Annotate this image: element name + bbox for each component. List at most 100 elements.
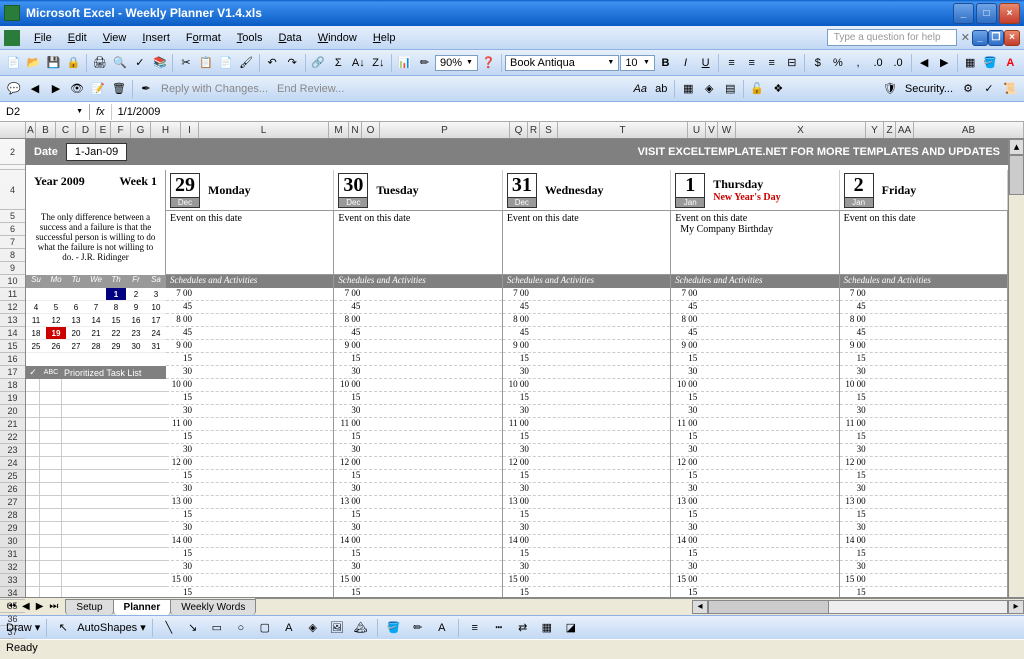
font-color-button[interactable]: A	[1001, 53, 1020, 73]
dec-indent-button[interactable]: ◀	[915, 53, 934, 73]
tb-icon-5[interactable]: ❖	[768, 79, 788, 99]
clipart-button[interactable]: 🖼	[327, 618, 347, 638]
task-row[interactable]	[26, 379, 166, 392]
task-row[interactable]	[26, 444, 166, 457]
row-8[interactable]: 8	[0, 249, 25, 262]
task-row[interactable]	[26, 483, 166, 496]
col-y[interactable]: Y	[866, 122, 884, 138]
row-29[interactable]: 29	[0, 522, 25, 535]
new-comment-button[interactable]: 💬	[4, 79, 24, 99]
col-aa[interactable]: AA	[896, 122, 914, 138]
comma-button[interactable]: ,	[848, 53, 867, 73]
sort-desc-button[interactable]: Z↓	[369, 53, 388, 73]
row-28[interactable]: 28	[0, 509, 25, 522]
worksheet[interactable]: Date 1-Jan-09 VISIT EXCELTEMPLATE.NET FO…	[26, 139, 1008, 597]
row-33[interactable]: 33	[0, 574, 25, 587]
security-icon[interactable]: 🛡	[880, 79, 900, 99]
formula-value[interactable]: 1/1/2009	[112, 104, 167, 120]
fontcolor-button[interactable]: A	[432, 618, 452, 638]
schedule-grid[interactable]: 7 00458 00459 00153010 00153011 00153012…	[166, 288, 1008, 597]
row-9[interactable]: 9	[0, 262, 25, 275]
col-a[interactable]: A	[26, 122, 36, 138]
next-comment-button[interactable]: ▶	[46, 79, 66, 99]
hscroll-left[interactable]: ◂	[692, 600, 708, 614]
permission-button[interactable]: 🔒	[64, 53, 83, 73]
autosum-button[interactable]: Σ	[329, 53, 348, 73]
task-list[interactable]	[26, 379, 166, 597]
task-row[interactable]	[26, 522, 166, 535]
menu-data[interactable]: Data	[270, 29, 309, 47]
3d-button[interactable]: ◪	[561, 618, 581, 638]
menu-format[interactable]: Format	[178, 29, 229, 47]
col-t[interactable]: T	[558, 122, 688, 138]
close-button[interactable]: ×	[999, 3, 1020, 24]
col-d[interactable]: D	[76, 122, 96, 138]
autoshapes-menu[interactable]: AutoShapes ▾	[77, 621, 146, 634]
font-combo[interactable]: Book Antiqua▼	[505, 55, 619, 71]
app-icon[interactable]	[4, 30, 20, 46]
col-r[interactable]: R	[528, 122, 540, 138]
zoom-combo[interactable]: 90%▼	[435, 55, 478, 71]
shadow-button[interactable]: ▦	[537, 618, 557, 638]
col-v[interactable]: V	[706, 122, 718, 138]
tb-icon-2[interactable]: ◈	[699, 79, 719, 99]
fill-color-button[interactable]: 🪣	[981, 53, 1000, 73]
vba-icon[interactable]: 📜	[1000, 79, 1020, 99]
new-button[interactable]: 📄	[4, 53, 23, 73]
col-h[interactable]: H	[151, 122, 181, 138]
cut-button[interactable]: ✂	[176, 53, 195, 73]
format-painter-button[interactable]: 🖌	[237, 53, 256, 73]
col-c[interactable]: C	[56, 122, 76, 138]
menu-tools[interactable]: Tools	[229, 29, 271, 47]
col-q[interactable]: Q	[510, 122, 528, 138]
merge-button[interactable]: ⊟	[782, 53, 801, 73]
help-button[interactable]: ❓	[479, 53, 498, 73]
tab-next[interactable]: ▶	[33, 601, 47, 612]
event-col-0[interactable]: Event on this date	[166, 210, 334, 275]
percent-button[interactable]: %	[828, 53, 847, 73]
col-i[interactable]: I	[181, 122, 199, 138]
task-row[interactable]	[26, 392, 166, 405]
hyperlink-button[interactable]: 🔗	[309, 53, 328, 73]
col-u[interactable]: U	[688, 122, 706, 138]
preview-button[interactable]: 🔍	[110, 53, 129, 73]
select-all-corner[interactable]	[0, 122, 26, 138]
currency-button[interactable]: $	[808, 53, 827, 73]
mini-calendar[interactable]: 1234567891011121314151617181920212223242…	[26, 288, 166, 353]
row-5[interactable]: 5	[0, 210, 25, 223]
col-l[interactable]: L	[199, 122, 329, 138]
doc-restore[interactable]: ❐	[988, 30, 1004, 46]
wordart-button[interactable]: A	[279, 618, 299, 638]
menu-close-x[interactable]: ✕	[961, 31, 970, 44]
event-col-4[interactable]: Event on this date	[840, 210, 1008, 275]
task-row[interactable]	[26, 431, 166, 444]
dashstyle-button[interactable]: ┅	[489, 618, 509, 638]
menu-insert[interactable]: Insert	[134, 29, 178, 47]
col-f[interactable]: F	[111, 122, 131, 138]
tb-icon-1[interactable]: ▦	[678, 79, 698, 99]
task-row[interactable]	[26, 561, 166, 574]
task-row[interactable]	[26, 470, 166, 483]
textbox-button[interactable]: ▢	[255, 618, 275, 638]
col-b[interactable]: B	[36, 122, 56, 138]
tab-last[interactable]: ⏭	[46, 601, 61, 612]
row-21[interactable]: 21	[0, 418, 25, 431]
task-row[interactable]	[26, 548, 166, 561]
fontsize-combo[interactable]: 10▼	[620, 55, 655, 71]
col-s[interactable]: S	[540, 122, 558, 138]
tab-weekly-words[interactable]: Weekly Words	[170, 599, 256, 615]
menu-view[interactable]: View	[95, 29, 135, 47]
align-right-button[interactable]: ≡	[762, 53, 781, 73]
align-left-button[interactable]: ≡	[722, 53, 741, 73]
show-all-button[interactable]: 📝	[88, 79, 108, 99]
menu-window[interactable]: Window	[310, 29, 365, 47]
task-row[interactable]	[26, 405, 166, 418]
arrow-button[interactable]: ↘	[183, 618, 203, 638]
row-13[interactable]: 13	[0, 314, 25, 327]
col-p[interactable]: P	[380, 122, 510, 138]
menu-file[interactable]: File	[26, 29, 60, 47]
col-e[interactable]: E	[96, 122, 111, 138]
italic-button[interactable]: I	[676, 53, 695, 73]
task-row[interactable]	[26, 457, 166, 470]
row-31[interactable]: 31	[0, 548, 25, 561]
